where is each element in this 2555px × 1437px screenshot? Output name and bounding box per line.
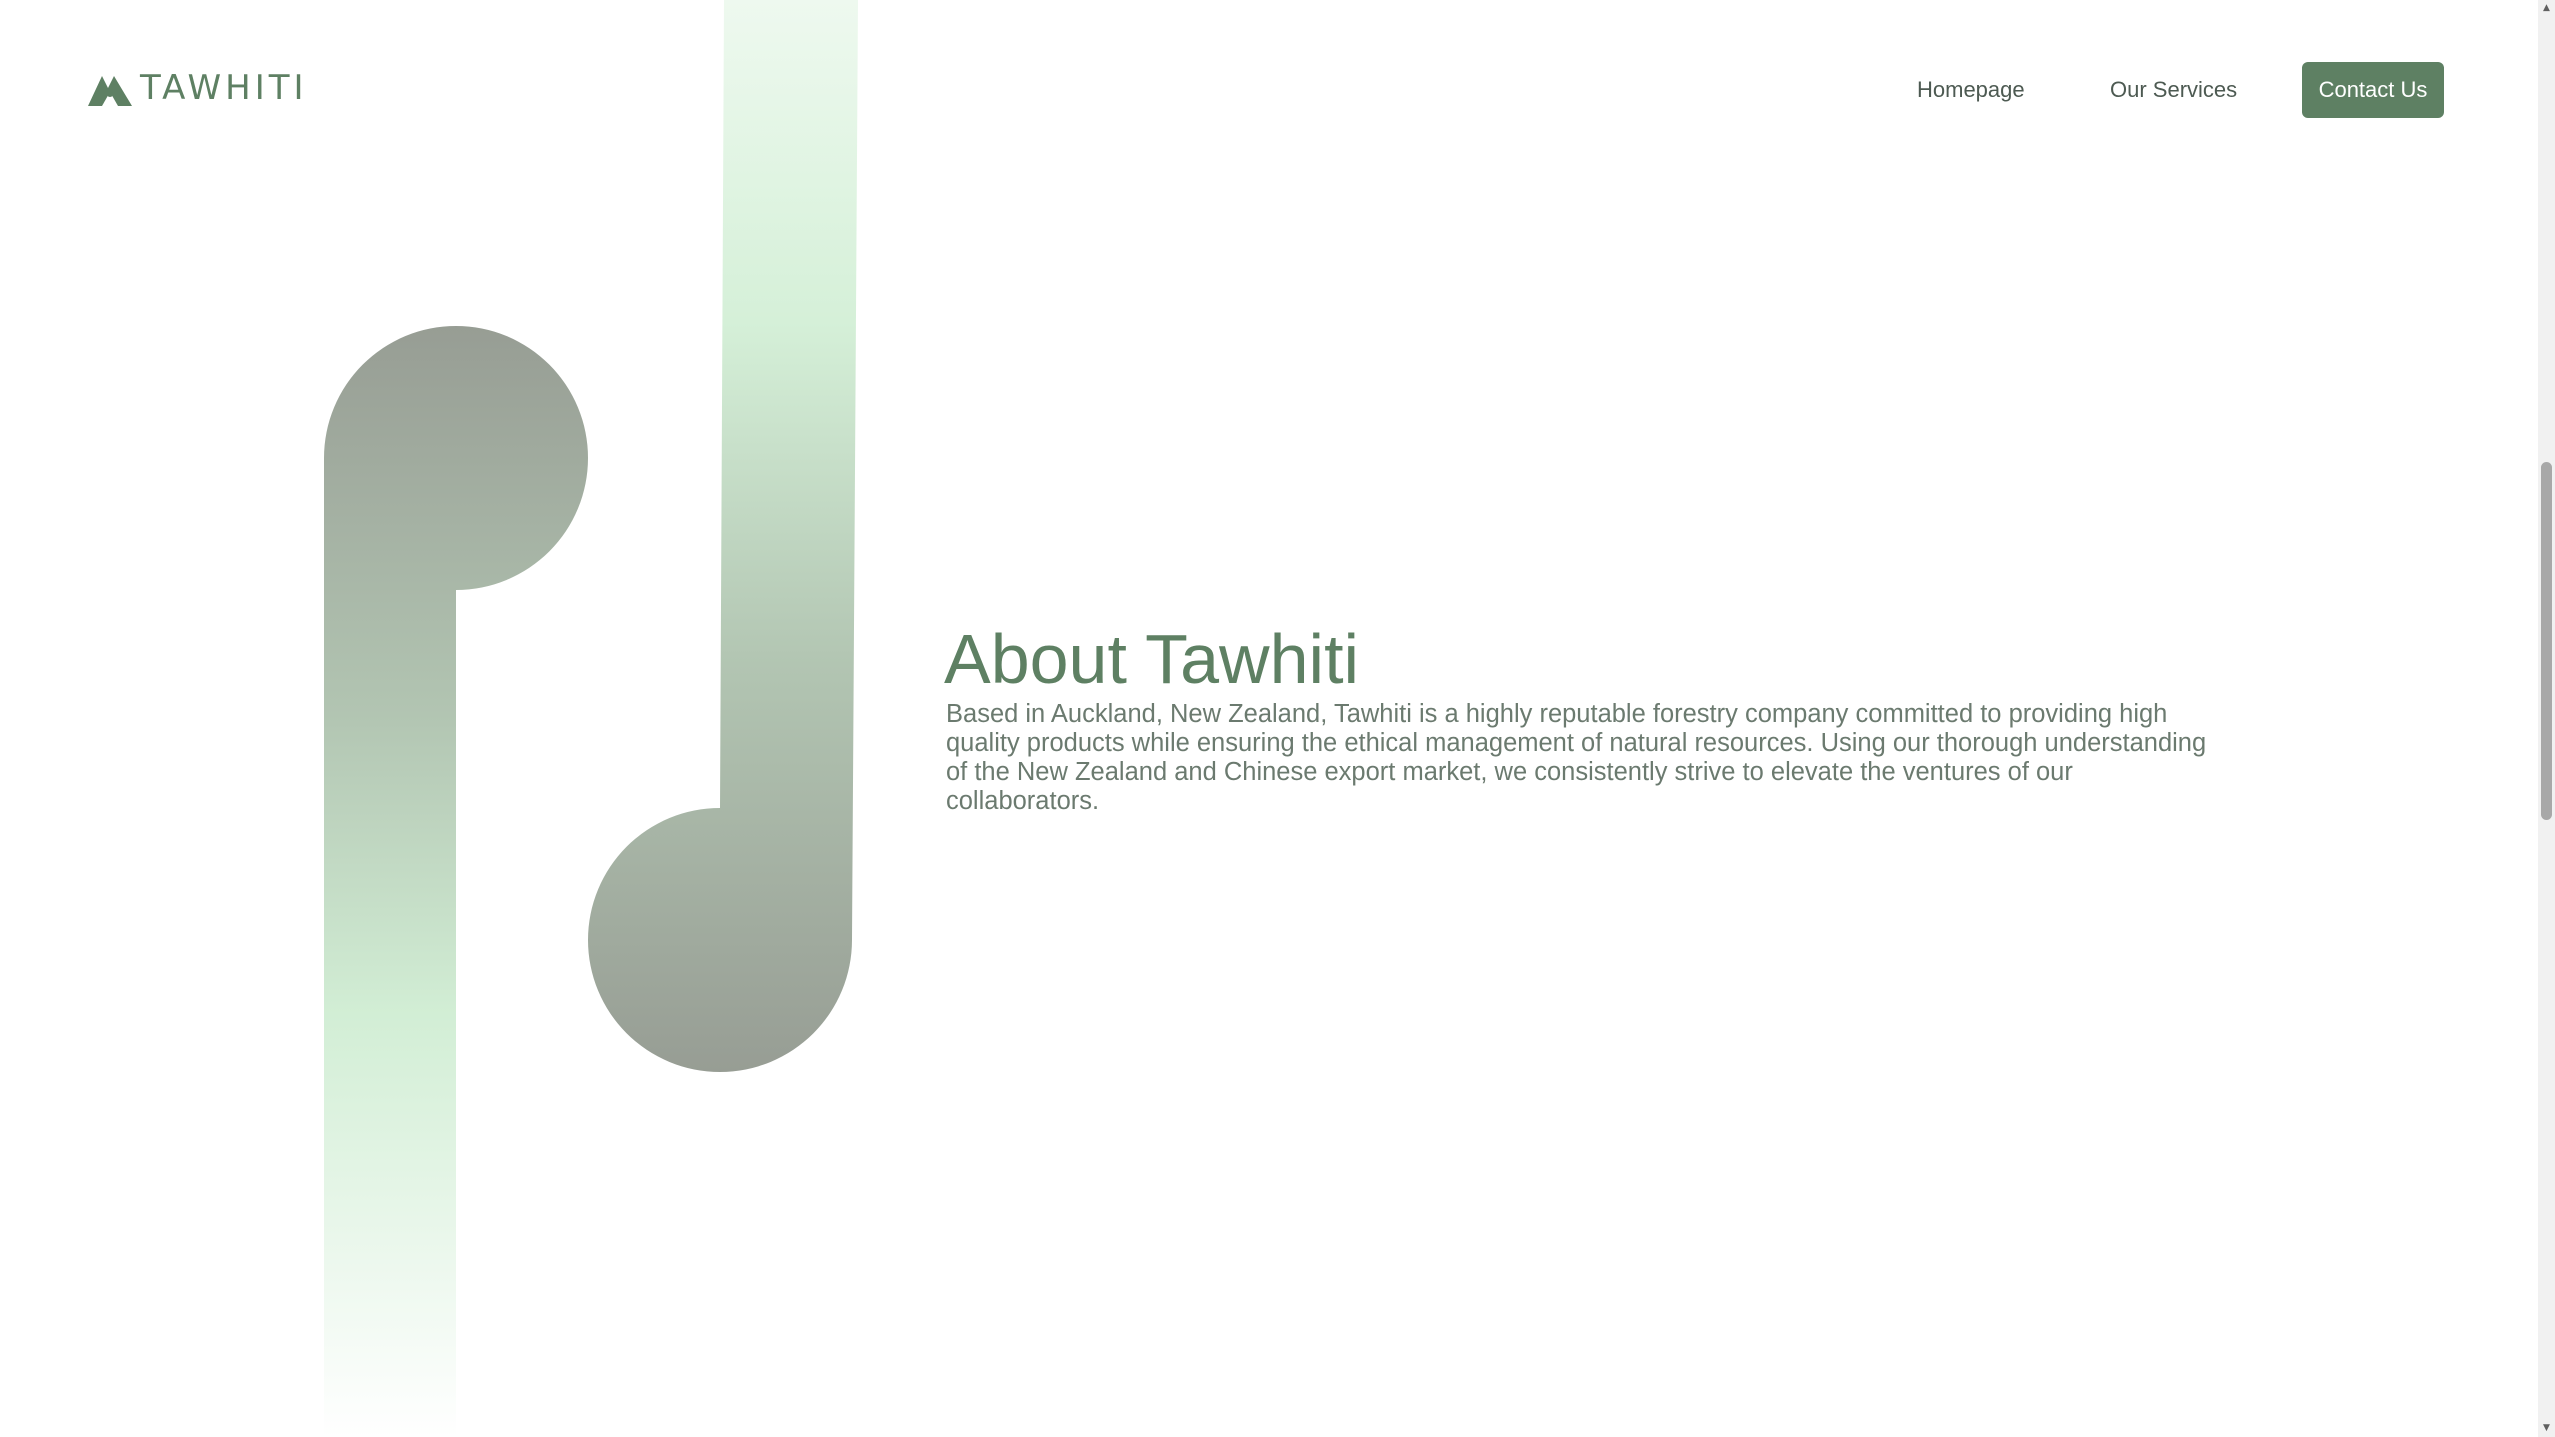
nav-homepage-link[interactable]: Homepage: [1917, 70, 2025, 110]
right-hook-shape: [588, 0, 858, 1072]
vertical-scrollbar[interactable]: ▲ ▼: [2538, 0, 2555, 1437]
contact-us-button[interactable]: Contact Us: [2302, 62, 2444, 118]
page: TAWHITI Homepage Our Services Contact Us: [0, 0, 2555, 1437]
about-title: About Tawhiti: [944, 620, 1360, 698]
nav-our-services-link[interactable]: Our Services: [2110, 70, 2237, 110]
scroll-up-arrow-icon[interactable]: ▲: [2538, 0, 2555, 17]
about-description: Based in Auckland, New Zealand, Tawhiti …: [946, 700, 2207, 815]
scroll-down-arrow-icon[interactable]: ▼: [2538, 1420, 2555, 1437]
decorative-hook-graphic: [324, 0, 858, 1437]
scrollbar-thumb[interactable]: [2541, 462, 2552, 820]
left-hook-shape: [324, 326, 588, 1437]
